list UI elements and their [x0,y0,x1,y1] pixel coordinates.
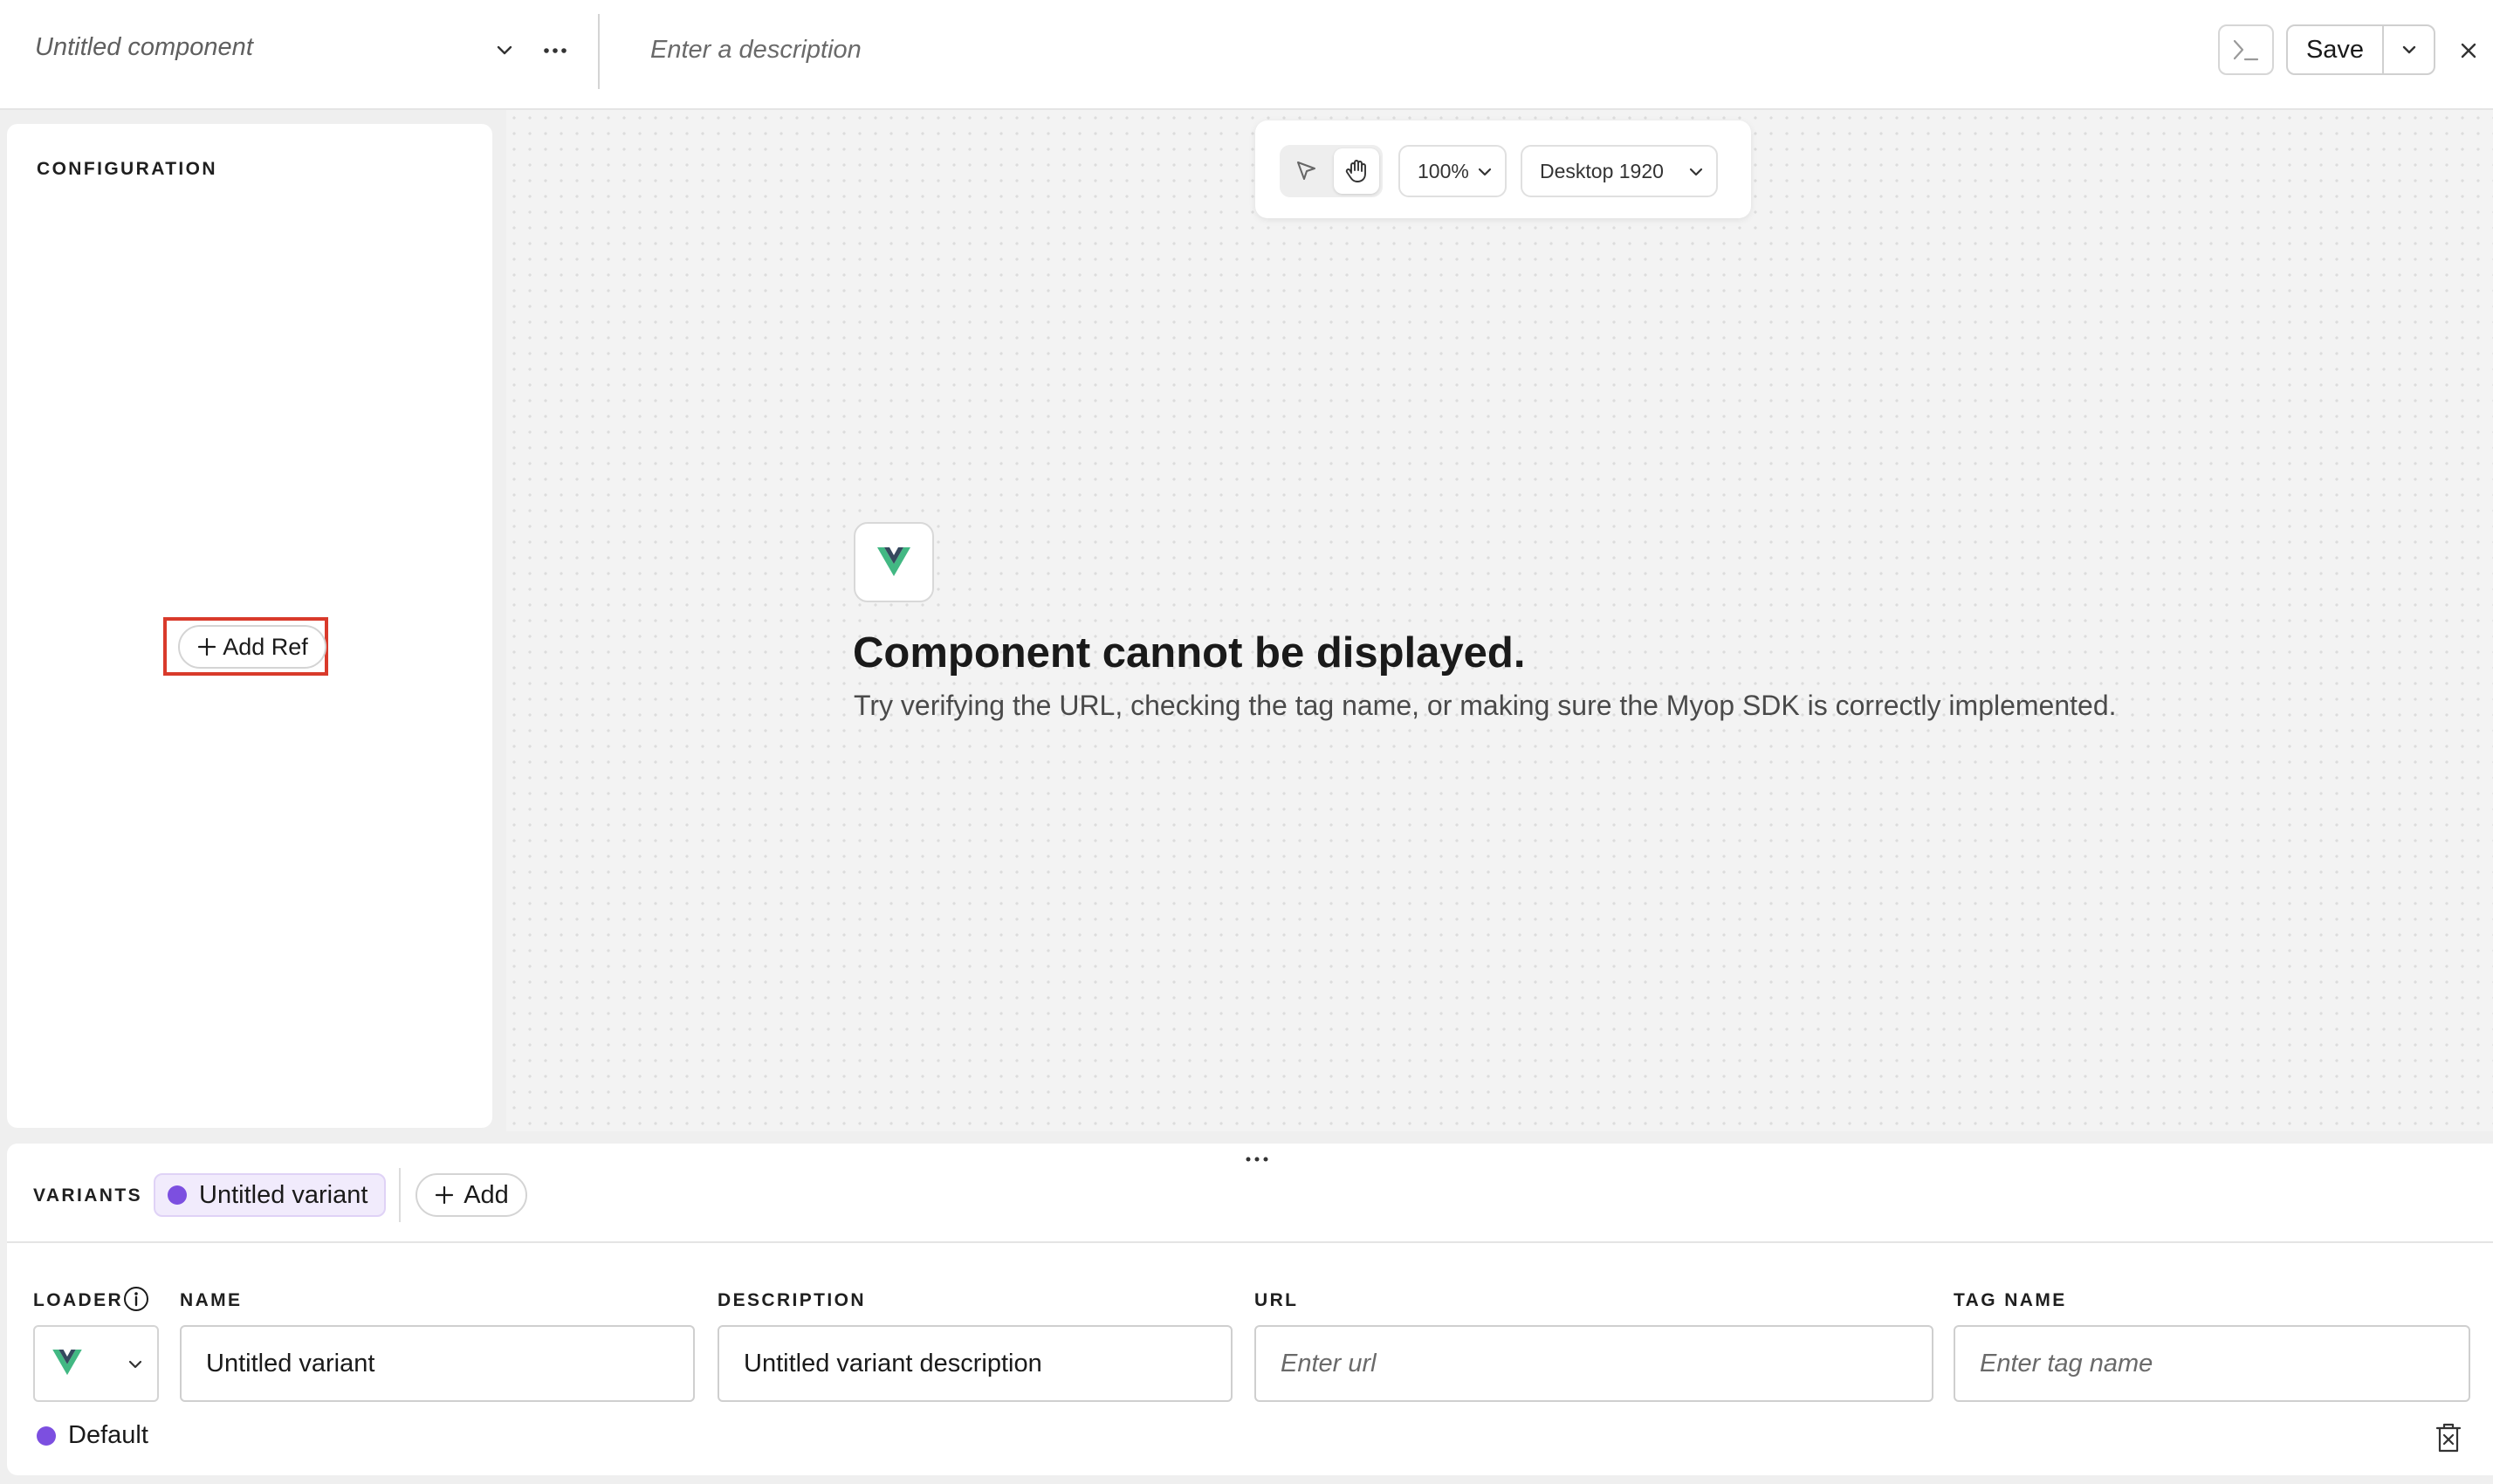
default-indicator: Default [37,1421,148,1450]
chevron-down-icon [1689,168,1703,176]
tool-switcher [1280,145,1383,197]
variant-tab-label: Untitled variant [199,1180,368,1209]
select-tool-button[interactable] [1285,150,1327,192]
variant-color-dot [168,1185,187,1205]
tag-name-input[interactable] [1954,1325,2470,1402]
configuration-title: CONFIGURATION [37,159,217,179]
canvas-toolbar: 100% Desktop 1920 [1255,120,1751,218]
loader-label: LOADER [33,1290,124,1310]
variants-label: VARIANTS [33,1185,142,1206]
hand-tool-button[interactable] [1334,148,1379,194]
loader-select[interactable] [33,1325,159,1402]
save-options-button[interactable] [2384,26,2434,73]
close-icon [2461,43,2476,58]
plus-icon [436,1185,454,1205]
add-variant-button[interactable]: Add [416,1173,527,1217]
more-options-icon[interactable] [539,37,571,65]
variants-divider [399,1168,401,1222]
chevron-down-icon [1478,168,1492,176]
variant-tab[interactable]: Untitled variant [154,1173,386,1217]
configuration-panel: CONFIGURATION Add Ref [7,124,492,1128]
tag-name-label: TAG NAME [1954,1290,2067,1310]
terminal-button[interactable] [2218,24,2274,75]
description-label: DESCRIPTION [718,1290,866,1310]
save-button-group: Save [2286,24,2435,75]
default-label: Default [68,1421,148,1449]
variant-name-input[interactable] [180,1325,695,1402]
top-bar: Untitled component Save [0,0,2493,110]
vue-logo-box [854,522,934,602]
description-input[interactable] [650,24,1436,75]
zoom-value: 100% [1418,159,1469,182]
add-ref-label: Add Ref [223,633,308,660]
preview-canvas[interactable]: 100% Desktop 1920 Component cannot be di… [506,110,2493,1131]
variant-description-input[interactable] [718,1325,1233,1402]
terminal-icon [2233,39,2259,61]
chevron-down-icon[interactable] [491,37,519,65]
url-input[interactable] [1254,1325,1933,1402]
name-label: NAME [180,1290,243,1310]
plus-icon [198,637,216,656]
header-divider [598,14,600,89]
panel-divider [7,1241,2493,1243]
delete-variant-icon[interactable] [2434,1421,2463,1454]
device-value: Desktop 1920 [1540,159,1664,182]
zoom-select[interactable]: 100% [1398,145,1507,197]
add-variant-label: Add [464,1180,509,1209]
hand-icon [1345,160,1366,182]
chevron-down-icon [2402,45,2415,54]
vue-logo-icon [52,1350,82,1376]
vue-logo-icon [877,547,910,576]
add-ref-button[interactable]: Add Ref [178,625,326,669]
close-button[interactable] [2453,35,2484,66]
error-description: Try verifying the URL, checking the tag … [854,690,2117,721]
device-select[interactable]: Desktop 1920 [1521,145,1718,197]
resize-handle-icon[interactable] [1240,1152,1274,1166]
default-color-dot [37,1426,56,1446]
component-name[interactable]: Untitled component [35,33,253,62]
save-button[interactable]: Save [2288,26,2384,73]
chevron-down-icon [128,1360,142,1369]
error-title: Component cannot be displayed. [853,629,1526,677]
url-label: URL [1254,1290,1299,1310]
info-icon[interactable] [122,1285,150,1313]
variants-panel: VARIANTS Untitled variant Add LOADER NAM… [7,1144,2493,1475]
cursor-icon [1297,161,1315,180]
